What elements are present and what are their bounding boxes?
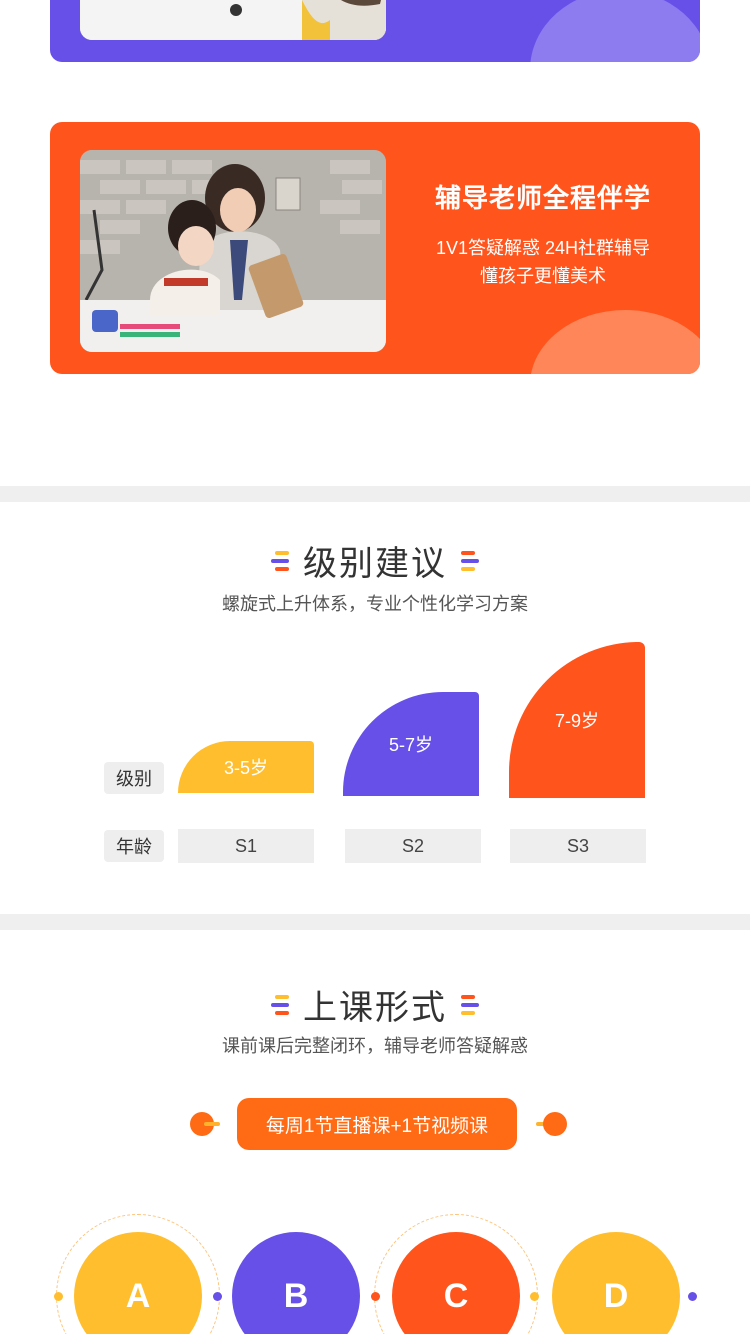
level-cell-1: S1 [178,829,314,863]
step-circle-b: B [232,1232,360,1334]
tutor-photo [80,150,386,352]
ring-dot [688,1292,697,1301]
pill-knob-right [543,1112,567,1136]
ring-dot [530,1292,539,1301]
class-heading: 上课形式 [0,980,750,1029]
ring-dot [371,1292,380,1301]
heading-decoration-right [461,994,479,1015]
level-bar-3: 7-9岁 [509,642,645,798]
card-subtitle-line-2: 懂孩子更懂美术 [480,266,606,286]
class-subtitle: 课前课后完整闭环，辅导老师答疑解惑 [222,1036,528,1056]
heading-decoration-left [271,994,289,1015]
class-format-pill: 每周1节直播课+1节视频课 [237,1098,517,1150]
levels-subtitle: 螺旋式上升体系，专业个性化学习方案 [222,594,528,614]
level-bar-2: 5-7岁 [343,692,479,796]
section-divider [0,486,750,502]
card-subtitle-line-1: 1V1答疑解惑 24H社群辅导 [435,238,651,258]
ring-dot [213,1292,222,1301]
level-cell-3: S3 [510,829,646,863]
decor-bubble [530,310,700,374]
computer-photo-illustration [80,0,386,40]
level-cell-2: S2 [345,829,481,863]
class-title: 上课形式 [303,989,447,1027]
ring-dot [54,1292,63,1301]
levels-heading: 级别建议 [0,536,750,585]
tutor-photo-illustration [80,150,386,352]
heading-decoration-left [271,550,289,571]
computer-photo [80,0,386,40]
section-divider [0,914,750,930]
decor-bubble [530,0,700,62]
feature-card-purple [50,0,700,62]
levels-title: 级别建议 [303,545,447,583]
row-label-level: 级别 [104,762,164,794]
feature-card-tutor: 辅导老师全程伴学 1V1答疑解惑 24H社群辅导 懂孩子更懂美术 [50,122,700,374]
heading-decoration-right [461,550,479,571]
pill-knob-line-left [204,1122,220,1126]
row-label-age: 年龄 [104,830,164,862]
step-circle-d: D [552,1232,680,1334]
card-title: 辅导老师全程伴学 [434,183,651,213]
level-bar-1: 3-5岁 [178,741,314,793]
